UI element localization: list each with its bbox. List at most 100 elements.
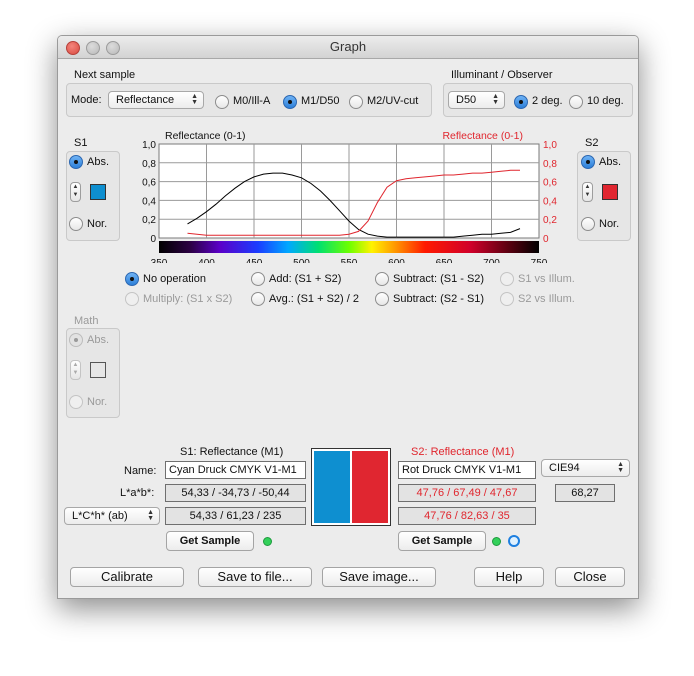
m1-label: M1/D50 [301, 95, 340, 107]
subtract-s2-s1-radio[interactable] [375, 292, 389, 306]
y-tick-label-left: 0,4 [142, 196, 156, 207]
subtract-s1-s2-radio[interactable] [375, 272, 389, 286]
x-tick-label: 550 [341, 258, 358, 263]
save-image-button[interactable]: Save image... [322, 567, 436, 587]
updown-arrows-icon: ▲ ▼ [617, 461, 624, 474]
observer-10deg-radio[interactable] [569, 95, 583, 109]
illuminant-select[interactable]: D50 ▲ ▼ [448, 91, 505, 109]
s1-nor-radio[interactable] [69, 217, 83, 231]
y-tick-label-left: 0,6 [142, 178, 156, 189]
s1-label: S1 [74, 137, 88, 149]
multiply-label: Multiply: (S1 x S2) [143, 293, 233, 305]
s2-abs-label: Abs. [599, 156, 622, 168]
math-abs-radio[interactable] [69, 333, 83, 347]
subtract-s1-s2-label: Subtract: (S1 - S2) [393, 273, 485, 285]
x-tick-label: 600 [388, 258, 405, 263]
sample1-name-field[interactable]: Cyan Druck CMYK V1-M1 [165, 461, 306, 479]
sample2-name-field[interactable]: Rot Druck CMYK V1-M1 [398, 461, 536, 479]
x-tick-label: 750 [531, 258, 548, 263]
calibrate-button[interactable]: Calibrate [70, 567, 184, 587]
mode-select-value: Reflectance [116, 94, 175, 106]
y-tick-label-right: 0,4 [543, 196, 557, 207]
color-comparison [311, 448, 391, 526]
sample1-header: S1: Reflectance (M1) [180, 446, 284, 458]
next-sample-label: Next sample [74, 69, 136, 81]
s2-stepper[interactable]: ▲ ▼ [582, 182, 593, 202]
sample2-lch-value: 47,76 / 82,63 / 35 [398, 507, 536, 525]
y-tick-label-left: 1,0 [142, 140, 156, 151]
delta-e-formula-select[interactable]: CIE94 ▲ ▼ [541, 459, 630, 477]
title-bar: Graph [58, 36, 638, 59]
s1-abs-label: Abs. [87, 156, 110, 168]
s1-vs-illum-label: S1 vs Illum. [518, 273, 575, 285]
right-y-axis-label: Reflectance (0-1) [442, 130, 523, 142]
math-label: Math [74, 315, 99, 327]
m2-label: M2/UV-cut [367, 95, 419, 107]
save-to-file-button[interactable]: Save to file... [198, 567, 312, 587]
y-tick-label-left: 0 [150, 234, 156, 245]
math-nor-label: Nor. [87, 396, 108, 408]
add-radio[interactable] [251, 272, 265, 286]
s2-color-swatch [602, 184, 618, 200]
s2-nor-label: Nor. [599, 218, 620, 230]
graph-window: Graph Next sample Mode: Reflectance ▲ ▼ M… [57, 35, 639, 599]
s1-vs-illum-radio[interactable] [500, 272, 514, 286]
s2-vs-illum-radio[interactable] [500, 292, 514, 306]
math-abs-label: Abs. [87, 334, 110, 346]
no-operation-radio[interactable] [125, 272, 139, 286]
s1-stepper[interactable]: ▲ ▼ [70, 182, 81, 202]
s2-abs-radio[interactable] [581, 155, 595, 169]
math-stepper[interactable]: ▲ ▼ [70, 360, 81, 380]
m2-radio[interactable] [349, 95, 363, 109]
color-space-select[interactable]: L*C*h* (ab) ▲ ▼ [64, 507, 160, 525]
x-tick-label: 350 [151, 258, 168, 263]
y-tick-label-right: 0,6 [543, 178, 557, 189]
x-tick-label: 650 [436, 258, 453, 263]
updown-arrows-icon: ▲ ▼ [147, 509, 154, 522]
sample1-color-patch [314, 451, 350, 523]
s1-nor-label: Nor. [87, 218, 108, 230]
y-tick-label-right: 0,2 [543, 215, 557, 226]
avg-label: Avg.: (S1 + S2) / 2 [269, 293, 359, 305]
m0-radio[interactable] [215, 95, 229, 109]
avg-radio[interactable] [251, 292, 265, 306]
math-color-swatch [90, 362, 106, 378]
sample1-lab-value: 54,33 / -34,73 / -50,44 [165, 484, 306, 502]
sample1-lch-value: 54,33 / 61,23 / 235 [165, 507, 306, 525]
math-nor-radio[interactable] [69, 395, 83, 409]
m1-radio[interactable] [283, 95, 297, 109]
sample2-color-patch [352, 451, 388, 523]
subtract-s2-s1-label: Subtract: (S2 - S1) [393, 293, 485, 305]
spectrum-bar [159, 241, 539, 253]
mode-select[interactable]: Reflectance ▲ ▼ [108, 91, 204, 109]
measurement-indicator-icon [508, 535, 520, 547]
updown-arrows-icon: ▲ ▼ [492, 93, 499, 106]
sample2-lab-value: 47,76 / 67,49 / 47,67 [398, 484, 536, 502]
x-tick-label: 500 [293, 258, 310, 263]
add-label: Add: (S1 + S2) [269, 273, 342, 285]
spectral-chart: Reflectance (0-1) Reflectance (0-1) 350 4… [142, 130, 557, 263]
x-tick-label: 400 [198, 258, 215, 263]
m0-label: M0/Ill-A [233, 95, 271, 107]
help-button[interactable]: Help [474, 567, 544, 587]
s1-abs-radio[interactable] [69, 155, 83, 169]
sample1-get-sample-button[interactable]: Get Sample [166, 531, 254, 551]
sample2-get-sample-button[interactable]: Get Sample [398, 531, 486, 551]
s2-vs-illum-label: S2 vs Illum. [518, 293, 575, 305]
lab-label: L*a*b*: [120, 487, 155, 499]
s1-color-swatch [90, 184, 106, 200]
sample2-status-led [492, 537, 501, 546]
s2-nor-radio[interactable] [581, 217, 595, 231]
s2-label: S2 [585, 137, 599, 149]
observer-10deg-label: 10 deg. [587, 95, 624, 107]
illuminant-select-value: D50 [456, 94, 477, 106]
name-label: Name: [124, 465, 157, 477]
mode-label: Mode: [71, 94, 102, 106]
close-button[interactable]: Close [555, 567, 625, 587]
observer-2deg-radio[interactable] [514, 95, 528, 109]
multiply-radio[interactable] [125, 292, 139, 306]
color-space-select-value: L*C*h* (ab) [72, 510, 128, 522]
y-tick-label-right: 1,0 [543, 140, 557, 151]
illuminant-label: Illuminant / Observer [451, 69, 553, 81]
observer-2deg-label: 2 deg. [532, 95, 563, 107]
